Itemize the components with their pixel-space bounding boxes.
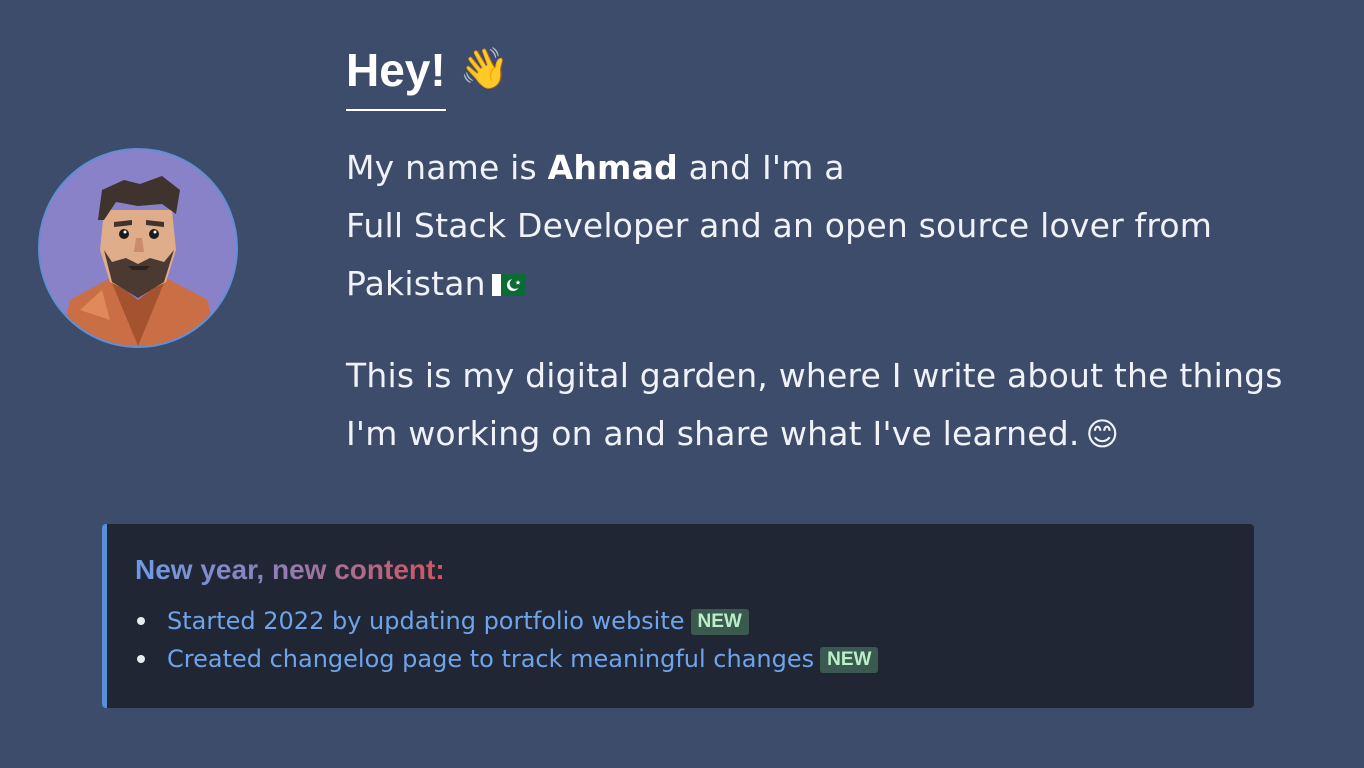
portfolio-update-link[interactable]: Started 2022 by updating portfolio websi…	[167, 607, 685, 635]
intro-line2: Full Stack Developer and an open source …	[346, 206, 1213, 303]
list-item: Started 2022 by updating portfolio websi…	[137, 602, 1226, 640]
pakistan-flag-icon	[491, 274, 526, 296]
intro-prefix: My name is	[346, 148, 548, 187]
intro-suffix: and I'm a	[677, 148, 845, 187]
new-badge: NEW	[690, 609, 749, 635]
avatar	[38, 148, 238, 348]
news-list: Started 2022 by updating portfolio websi…	[135, 602, 1226, 678]
page: Hey! 👋 My name is Ahmad and I'm a Full Sta…	[0, 0, 1364, 768]
news-callout: New year, new content: Started 2022 by u…	[102, 524, 1254, 708]
intro-section: Hey! 👋 My name is Ahmad and I'm a Full Sta…	[346, 40, 1336, 463]
author-name: Ahmad	[547, 148, 678, 187]
new-badge: NEW	[820, 647, 879, 673]
waving-hand-icon: 👋	[459, 47, 510, 91]
changelog-link[interactable]: Created changelog page to track meaningf…	[167, 645, 814, 673]
callout-title: New year, new content:	[135, 554, 445, 585]
smiling-face-icon: 😊	[1085, 415, 1120, 453]
bullet-icon	[137, 617, 145, 625]
bullet-icon	[137, 655, 145, 663]
page-title-text: Hey!	[346, 41, 446, 111]
avatar-portrait-icon	[40, 150, 236, 346]
page-title: Hey! 👋	[346, 40, 510, 111]
garden-text: This is my digital garden, where I write…	[346, 356, 1283, 453]
intro-paragraph: My name is Ahmad and I'm a Full Stack Dev…	[346, 139, 1336, 313]
garden-paragraph: This is my digital garden, where I write…	[346, 347, 1336, 463]
list-item: Created changelog page to track meaningf…	[137, 640, 1226, 678]
